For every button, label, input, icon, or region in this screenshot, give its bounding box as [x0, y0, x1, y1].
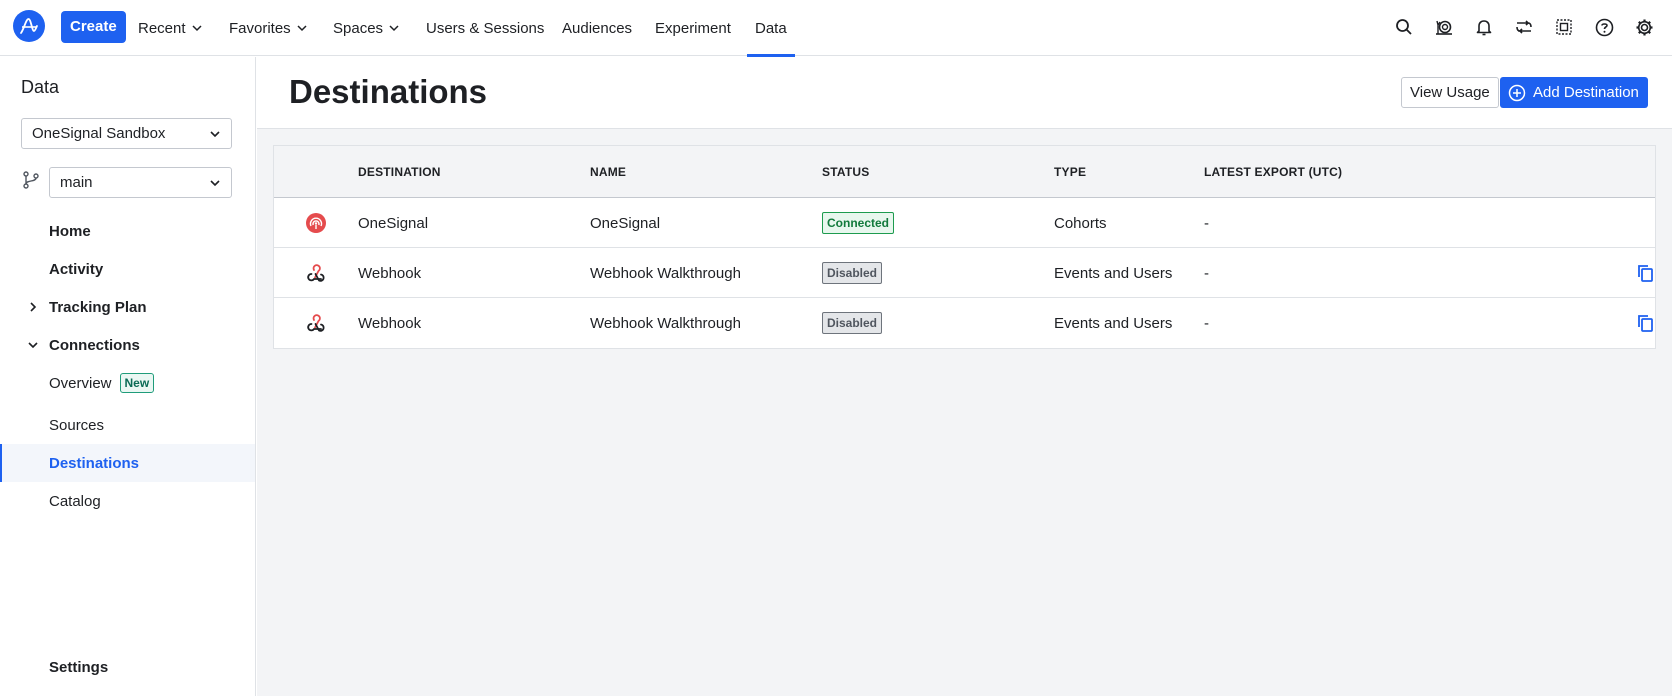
nav-recent[interactable]: Recent: [138, 0, 202, 56]
sidebar-item-label: Tracking Plan: [49, 298, 147, 316]
cell-destination: Webhook: [358, 314, 422, 332]
cell-status: Connected: [822, 198, 895, 248]
sidebar-item-catalog[interactable]: Catalog: [49, 482, 101, 520]
settings-gear-icon[interactable]: [1634, 17, 1654, 37]
sidebar-item-settings[interactable]: Settings: [49, 648, 108, 686]
status-badge: Disabled: [822, 312, 883, 334]
chevron-down-icon: [210, 130, 220, 137]
table-row[interactable]: OneSignal OneSignal Connected Cohorts -: [274, 198, 1655, 248]
copy-icon[interactable]: [1635, 313, 1655, 333]
cell-type: Cohorts: [1054, 214, 1107, 232]
table-row[interactable]: Webhook Webhook Walkthrough Disabled Eve…: [274, 298, 1655, 348]
grid-icon[interactable]: [1554, 17, 1574, 37]
snail-icon[interactable]: [1434, 17, 1454, 37]
chevron-down-icon[interactable]: [27, 339, 39, 351]
table-header: DESTINATION NAME STATUS TYPE LATEST EXPO…: [274, 146, 1655, 198]
add-destination-label: Add Destination: [1533, 84, 1639, 101]
chevron-right-icon[interactable]: [27, 301, 39, 313]
table-row[interactable]: Webhook Webhook Walkthrough Disabled Eve…: [274, 248, 1655, 298]
nav-audiences-label: Audiences: [562, 19, 633, 37]
bell-icon[interactable]: [1474, 17, 1494, 37]
nav-experiment-label: Experiment: [655, 19, 731, 37]
nav-favorites[interactable]: Favorites: [229, 0, 307, 56]
add-destination-button[interactable]: Add Destination: [1500, 77, 1648, 108]
sidebar-item-label: Settings: [49, 658, 109, 676]
chevron-down-icon: [297, 25, 307, 32]
sidebar-item-label: Destinations: [49, 454, 140, 472]
nav-audiences[interactable]: Audiences: [562, 0, 632, 56]
new-badge: New: [119, 373, 155, 393]
cell-type: Events and Users: [1054, 314, 1173, 332]
shuffle-icon[interactable]: [1514, 17, 1534, 37]
help-icon[interactable]: [1594, 17, 1614, 37]
branch-select[interactable]: main: [49, 167, 232, 198]
cell-latest-export: -: [1204, 264, 1209, 282]
sidebar-item-label: Sources: [49, 416, 105, 434]
page-title: Destinations: [289, 73, 488, 110]
nav-recent-label: Recent: [138, 19, 186, 37]
cell-type: Events and Users: [1054, 264, 1173, 282]
nav-users-sessions-label: Users & Sessions: [426, 19, 545, 37]
branch-icon: [23, 171, 39, 189]
cell-latest-export: -: [1204, 314, 1209, 332]
project-select-value: OneSignal Sandbox: [32, 125, 166, 142]
create-button[interactable]: Create: [61, 11, 126, 43]
chevron-down-icon: [192, 25, 202, 32]
sidebar-item-label: Overview: [49, 374, 112, 392]
sidebar-item-home[interactable]: Home: [49, 212, 91, 250]
column-header-status[interactable]: STATUS: [822, 146, 869, 198]
onesignal-icon: [306, 213, 326, 233]
main-content: Destinations View Usage Add Destination …: [257, 57, 1672, 696]
nav-spaces-label: Spaces: [333, 19, 384, 37]
nav-spaces[interactable]: Spaces: [333, 0, 399, 56]
cell-name: Webhook Walkthrough: [590, 264, 741, 282]
sidebar-title: Data: [21, 77, 60, 97]
sidebar: Data OneSignal Sandbox main Home Activit…: [0, 57, 256, 696]
sidebar-item-label: Home: [49, 222, 91, 240]
cell-latest-export: -: [1204, 214, 1209, 232]
nav-experiment[interactable]: Experiment: [655, 0, 731, 56]
column-header-name[interactable]: NAME: [590, 146, 626, 198]
status-badge: Disabled: [822, 262, 883, 284]
sidebar-item-label: Catalog: [49, 492, 101, 510]
status-badge: Connected: [822, 212, 895, 234]
cell-status: Disabled: [822, 248, 883, 298]
cell-name: OneSignal: [590, 214, 661, 232]
sidebar-item-sources[interactable]: Sources: [49, 406, 104, 444]
sidebar-item-activity[interactable]: Activity: [49, 250, 103, 288]
top-nav: Create Recent Favorites Spaces Users & S…: [0, 0, 1672, 57]
chevron-down-icon: [210, 179, 220, 186]
nav-data[interactable]: Data: [747, 0, 795, 57]
page-header: Destinations View Usage Add Destination: [257, 57, 1672, 129]
nav-users-sessions[interactable]: Users & Sessions: [426, 0, 544, 56]
cell-destination: Webhook: [358, 264, 422, 282]
column-header-latest-export[interactable]: LATEST EXPORT (UTC): [1204, 146, 1342, 198]
sidebar-item-label: Connections: [49, 336, 140, 354]
project-select[interactable]: OneSignal Sandbox: [21, 118, 232, 149]
search-icon[interactable]: [1394, 17, 1414, 37]
sidebar-item-destinations[interactable]: Destinations: [49, 444, 139, 482]
copy-icon[interactable]: [1635, 263, 1655, 283]
sidebar-item-connections[interactable]: Connections: [28, 326, 140, 364]
plus-circle-icon: [1508, 84, 1526, 101]
cell-status: Disabled: [822, 298, 883, 348]
nav-data-label: Data: [755, 19, 787, 37]
cell-destination: OneSignal: [358, 214, 429, 232]
nav-favorites-label: Favorites: [229, 19, 291, 37]
sidebar-item-overview[interactable]: Overview New: [49, 364, 155, 402]
cell-name: Webhook Walkthrough: [590, 314, 741, 332]
view-usage-button[interactable]: View Usage: [1401, 77, 1499, 108]
column-header-type[interactable]: TYPE: [1054, 146, 1086, 198]
destinations-table: DESTINATION NAME STATUS TYPE LATEST EXPO…: [273, 145, 1656, 349]
sidebar-item-label: Activity: [49, 260, 104, 278]
branch-select-value: main: [60, 174, 93, 191]
sidebar-item-tracking-plan[interactable]: Tracking Plan: [30, 288, 147, 326]
column-header-destination[interactable]: DESTINATION: [358, 146, 441, 198]
amplitude-logo-icon[interactable]: [13, 10, 45, 42]
webhook-icon: [307, 264, 325, 282]
chevron-down-icon: [389, 25, 399, 32]
webhook-icon: [307, 314, 325, 332]
